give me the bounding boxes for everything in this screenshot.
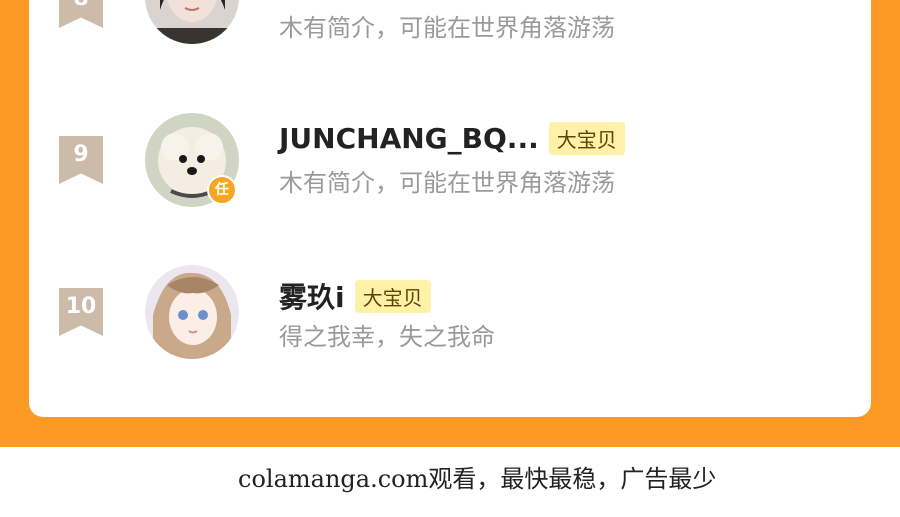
user-tag-badge: 大宝贝	[548, 122, 625, 155]
rank-number: 10	[65, 294, 97, 319]
rank-number: 9	[73, 142, 89, 167]
list-item[interactable]: 9 任 JUNCHANG_BQ... 大宝贝 木有简介，可能在世界角落游荡	[29, 108, 871, 208]
list-item[interactable]: 8 木有简介，可能在世界角落游荡	[29, 0, 871, 50]
avatar[interactable]	[145, 0, 239, 44]
user-bio: 木有简介，可能在世界角落游荡	[279, 169, 615, 197]
user-name[interactable]: JUNCHANG_BQ...	[279, 122, 539, 155]
ranking-card: 8 木有简介，可能在世界角落游荡 9	[29, 0, 871, 417]
avatar[interactable]	[145, 265, 239, 359]
user-bio: 木有简介，可能在世界角落游荡	[279, 14, 615, 42]
rank-ribbon-icon: 10	[59, 288, 103, 336]
footer: colamanga.com观看，最快最稳，广告最少	[0, 447, 900, 517]
watermark-text: colamanga.com观看，最快最稳，广告最少	[238, 465, 717, 493]
user-bio: 得之我幸，失之我命	[279, 323, 495, 351]
avatar-badge-icon: 任	[207, 175, 237, 205]
user-tag-badge: 大宝贝	[354, 279, 431, 313]
user-name[interactable]: 雾玖i	[279, 276, 345, 316]
rank-ribbon-icon: 9	[59, 136, 103, 184]
rank-number: 8	[73, 0, 88, 11]
rank-ribbon-icon: 8	[59, 0, 103, 28]
list-item[interactable]: 10 雾玖i 大宝贝 得之我幸，失之我命	[29, 262, 871, 362]
